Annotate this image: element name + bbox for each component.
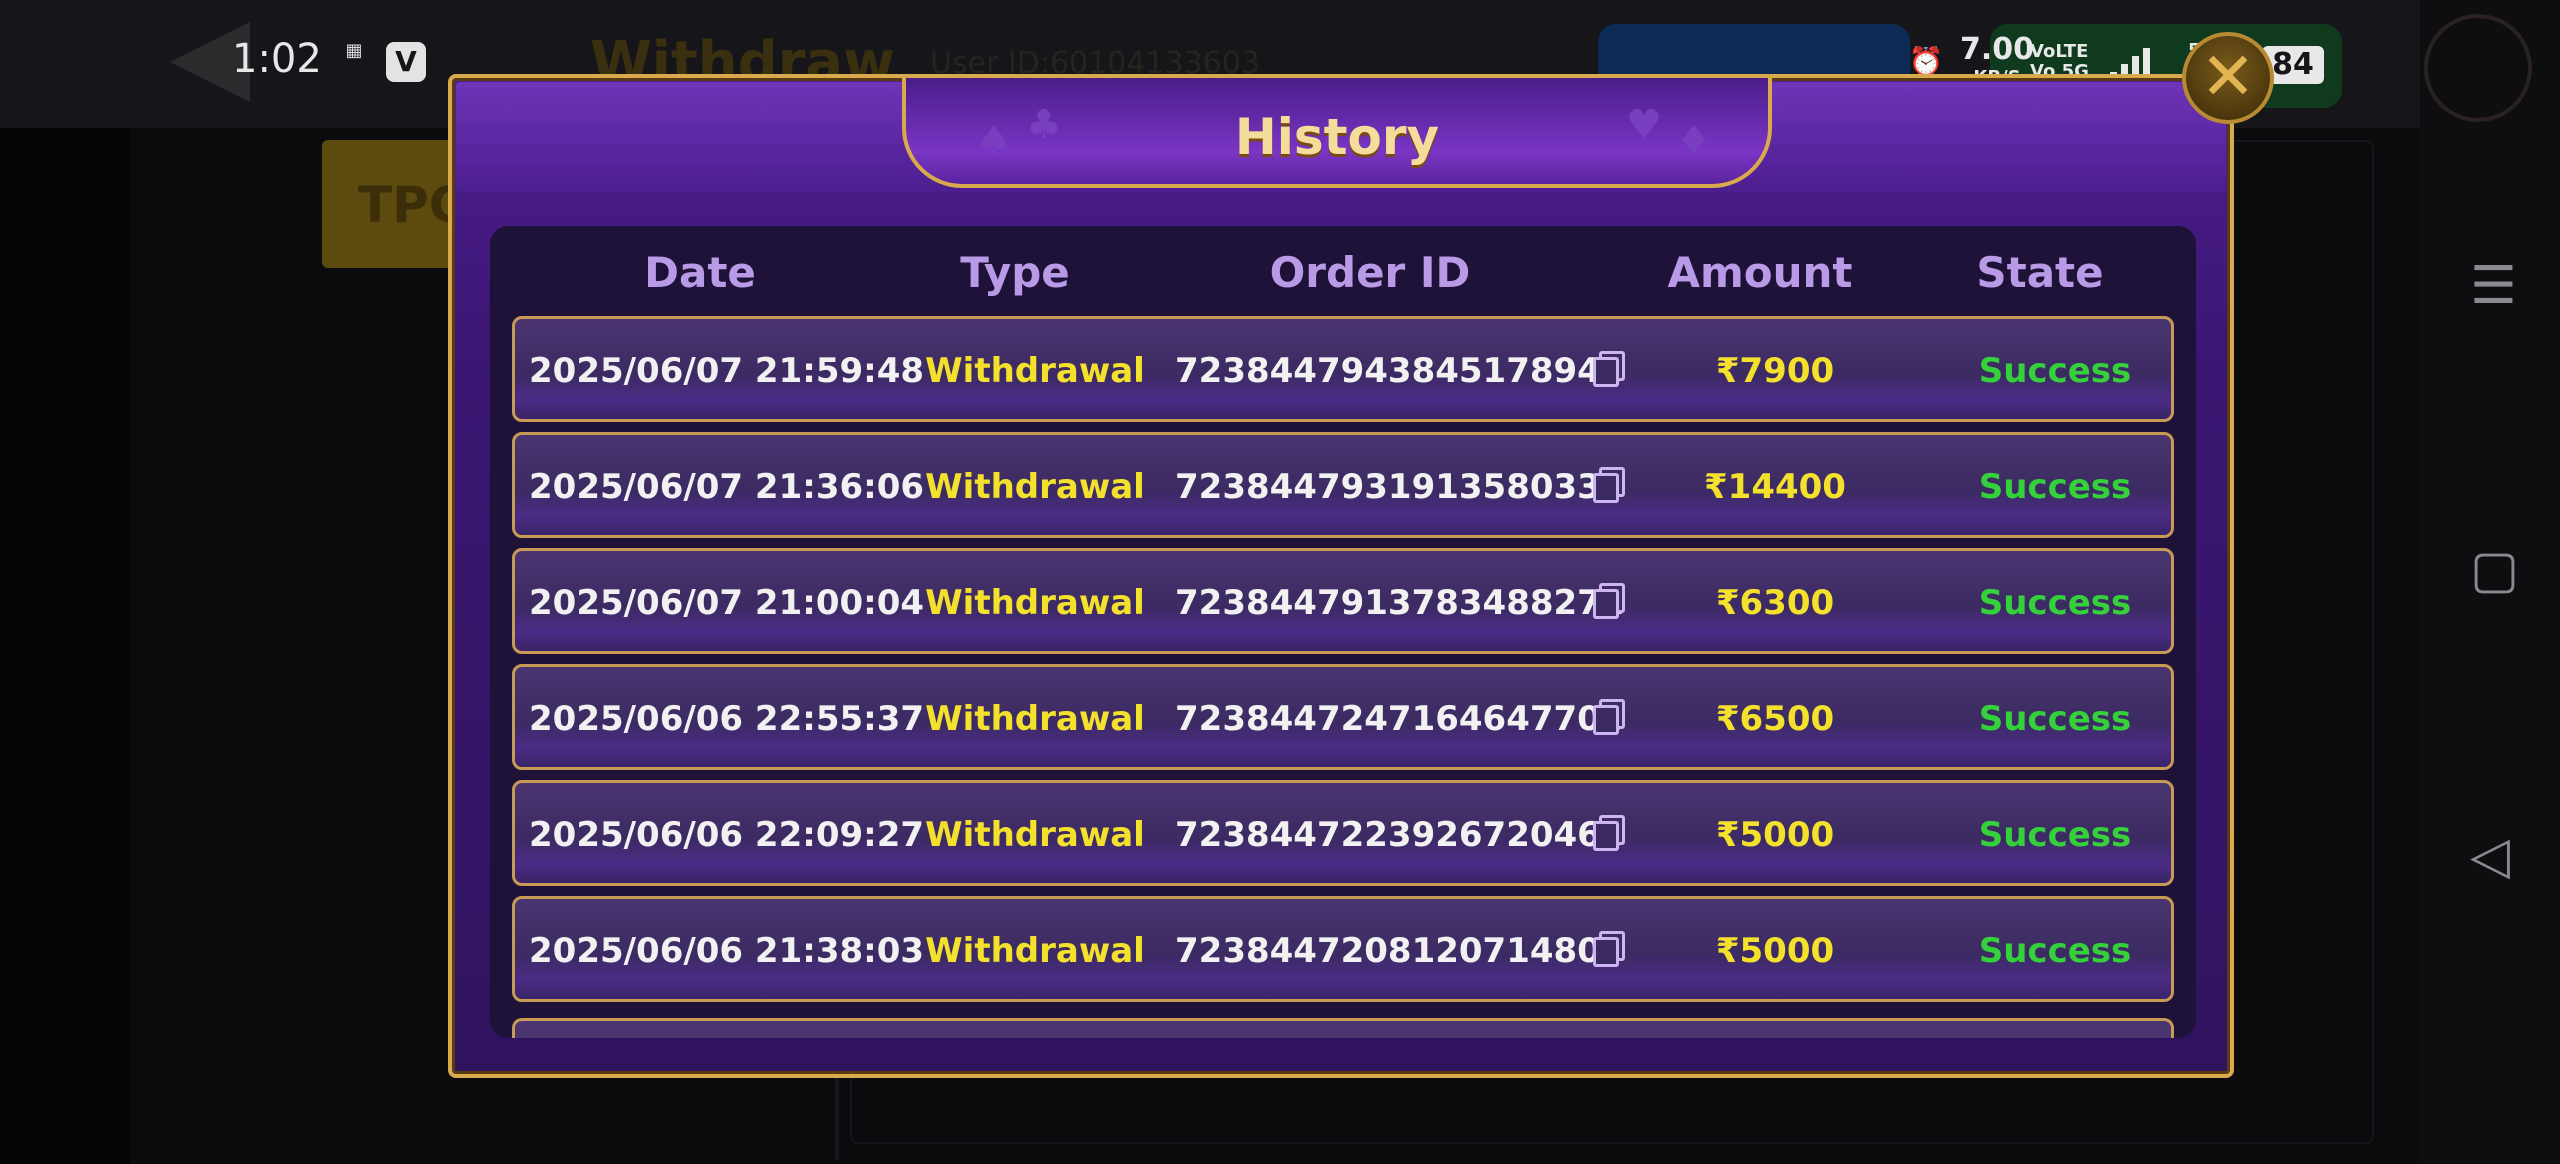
table-row: 2025/06/07 21:00:04 Withdrawal 723844791…: [512, 548, 2174, 654]
avatar: [2424, 14, 2532, 122]
status-time: 1:02: [232, 36, 322, 82]
copy-icon[interactable]: [1593, 351, 1625, 387]
close-button[interactable]: ✕: [2182, 32, 2274, 124]
column-header-type: Type: [960, 248, 1070, 297]
row-type: Withdrawal: [925, 351, 1145, 391]
modal-title: History: [1234, 108, 1440, 166]
row-date: 2025/06/07 21:59:48: [529, 351, 925, 391]
row-type: Withdrawal: [925, 815, 1145, 855]
column-header-order-id: Order ID: [1269, 248, 1471, 297]
row-state: Success: [1978, 583, 2132, 623]
copy-icon[interactable]: [1593, 815, 1625, 851]
copy-icon[interactable]: [1593, 931, 1625, 967]
row-type: Withdrawal: [925, 931, 1145, 971]
table-row: 2025/06/07 21:59:48 Withdrawal 723844794…: [512, 316, 2174, 422]
row-order-id: 7238447247164647704: [1175, 699, 1625, 739]
row-type: Withdrawal: [925, 583, 1145, 623]
row-order-id: 7238447223926720464: [1175, 815, 1625, 855]
row-date: 2025/06/06 22:55:37: [529, 699, 925, 739]
history-table: Date Type Order ID Amount State 2025/06/…: [490, 226, 2196, 1038]
menu-icon[interactable]: ☰: [2470, 256, 2517, 316]
row-order-id: 7238447913783488272: [1175, 583, 1625, 623]
row-state: Success: [1978, 815, 2132, 855]
row-amount: ₹5000: [1715, 815, 1835, 855]
back-triangle-icon[interactable]: ◁: [2470, 826, 2510, 886]
row-state: Success: [1978, 467, 2132, 507]
network-speed-value: 7.00: [1960, 32, 2035, 67]
copy-icon[interactable]: [1593, 699, 1625, 735]
row-state: Success: [1978, 351, 2132, 391]
row-state: Success: [1978, 699, 2132, 739]
background-left-edge: [0, 0, 130, 1164]
row-state: Success: [1978, 931, 2132, 971]
table-row: 2025/06/06 22:55:37 Withdrawal 723844724…: [512, 664, 2174, 770]
row-order-id: 7238447931913580336: [1175, 467, 1625, 507]
row-order-id: 7238447208120714800: [1175, 931, 1625, 971]
copy-icon[interactable]: [1593, 583, 1625, 619]
row-type: Withdrawal: [925, 699, 1145, 739]
column-header-state: State: [1976, 248, 2104, 297]
row-amount: ₹7900: [1715, 351, 1835, 391]
row-type: Withdrawal: [925, 467, 1145, 507]
table-row: 2025/06/06 22:09:27 Withdrawal 723844722…: [512, 780, 2174, 886]
row-amount: ₹14400: [1704, 467, 1846, 507]
row-amount: ₹6500: [1715, 699, 1835, 739]
row-date: 2025/06/07 21:36:06: [529, 467, 925, 507]
volte-line1: VoLTE: [2030, 41, 2089, 62]
row-amount: ₹6300: [1715, 583, 1835, 623]
table-row: 2025/06/06 21:38:03 Withdrawal 723844720…: [512, 896, 2174, 1002]
background-gold-button: TPC: [322, 140, 465, 268]
table-row: 2025/06/07 21:36:06 Withdrawal 723844793…: [512, 432, 2174, 538]
row-date: 2025/06/06 21:38:03: [529, 931, 925, 971]
row-date: 2025/06/06 22:09:27: [529, 815, 925, 855]
table-row-partial: [512, 1018, 2174, 1038]
row-date: 2025/06/07 21:00:04: [529, 583, 925, 623]
copy-icon[interactable]: [1593, 467, 1625, 503]
home-square-icon[interactable]: ▢: [2470, 540, 2519, 600]
column-header-date: Date: [644, 248, 756, 297]
row-amount: ₹5000: [1715, 931, 1835, 971]
news-app-icon: ▦: [345, 40, 363, 61]
v-app-icon: V: [386, 42, 426, 82]
row-order-id: 7238447943845178944: [1175, 351, 1625, 391]
title-plate: ♠ ♣ ♥ ♦ History: [902, 78, 1772, 188]
column-header-amount: Amount: [1667, 248, 1853, 297]
table-header: Date Type Order ID Amount State: [490, 226, 2196, 316]
